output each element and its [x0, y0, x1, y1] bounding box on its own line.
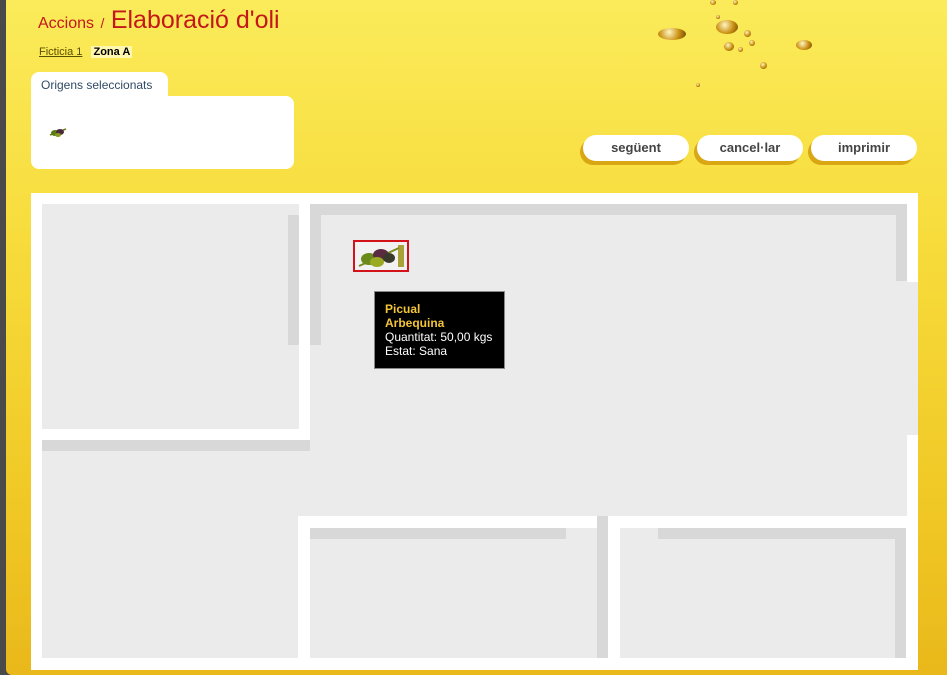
sub-breadcrumb-link[interactable]: Ficticia 1 — [39, 46, 82, 58]
wall-shadow — [597, 516, 608, 658]
room-hall-left-extension — [42, 440, 310, 516]
wall-shadow — [658, 528, 895, 539]
wall-shadow — [310, 204, 907, 215]
tooltip-variety: Picual — [385, 302, 421, 316]
breadcrumb: Accions / Elaboració d'oli — [38, 6, 280, 35]
sub-breadcrumb-current: Zona A — [91, 46, 133, 58]
room-bottom-left[interactable] — [42, 516, 298, 658]
wall-shadow — [895, 528, 906, 658]
room-bottom-right[interactable] — [620, 528, 906, 658]
cancel-button[interactable]: cancel·lar — [697, 135, 803, 161]
olives-icon — [358, 245, 404, 267]
floor-plan-map — [31, 193, 918, 670]
print-button[interactable]: imprimir — [811, 135, 917, 161]
wall — [298, 516, 310, 658]
breadcrumb-root[interactable]: Accions — [38, 15, 94, 32]
wall — [907, 204, 918, 282]
marker-tooltip: Picual Arbequina Quantitat: 50,00 kgs Es… — [374, 291, 505, 369]
next-button[interactable]: següent — [583, 135, 689, 161]
room-top-left[interactable] — [42, 204, 299, 429]
tooltip-state: Estat: Sana — [385, 344, 448, 358]
page-title: Elaboració d'oli — [110, 6, 280, 34]
room-bottom-middle[interactable] — [310, 528, 608, 658]
origins-panel-tab[interactable]: Origens seleccionats — [31, 72, 168, 96]
wall-shadow — [896, 215, 907, 281]
origins-panel — [31, 96, 294, 169]
breadcrumb-separator: / — [100, 15, 105, 31]
tooltip-variety: Arbequina — [385, 316, 445, 330]
wall — [907, 435, 918, 516]
olives-marker[interactable] — [353, 240, 409, 272]
wall — [608, 516, 620, 658]
olives-icon[interactable] — [48, 126, 68, 138]
sub-breadcrumb: Ficticia 1 Zona A — [39, 46, 133, 58]
wall-shadow — [288, 215, 299, 345]
wall-shadow — [42, 440, 310, 451]
wall-shadow — [310, 528, 566, 539]
wall-shadow — [310, 204, 321, 345]
tooltip-quantity: Quantitat: 50,00 kgs — [385, 330, 493, 344]
wall — [658, 516, 906, 528]
wall — [298, 516, 566, 528]
